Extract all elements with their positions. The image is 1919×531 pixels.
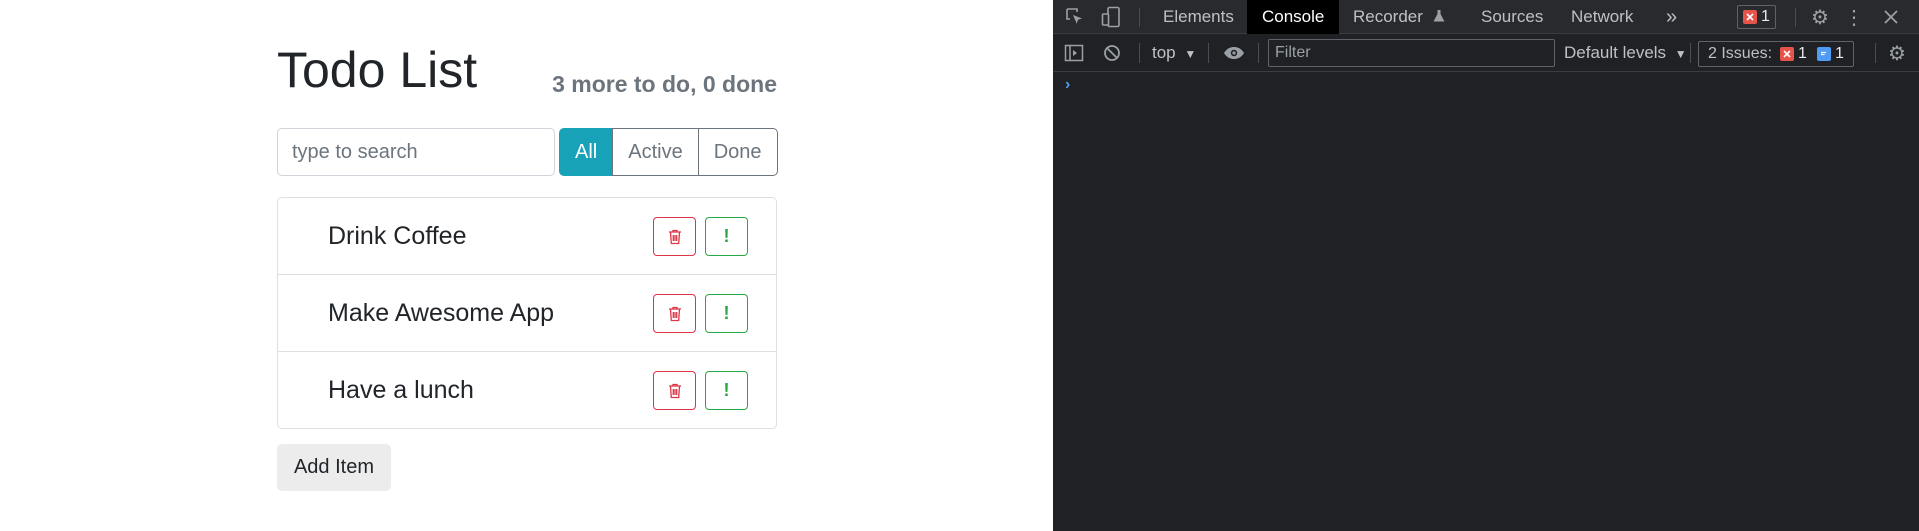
todo-list: Drink Coffee ! Make Awesome App ! Have a… bbox=[277, 197, 777, 429]
log-levels-value: Default levels bbox=[1564, 43, 1667, 62]
context-selector-value: top bbox=[1152, 43, 1176, 62]
issues-label: 2 Issues: bbox=[1708, 45, 1773, 62]
todo-app: Todo List 3 more to do, 0 done All Activ… bbox=[0, 0, 1053, 531]
filter-all-button[interactable]: All bbox=[559, 128, 614, 176]
exclamation-icon: ! bbox=[723, 226, 730, 246]
close-icon[interactable] bbox=[1879, 5, 1903, 29]
tab-sources[interactable]: Sources bbox=[1467, 0, 1557, 34]
toolbar-divider bbox=[1208, 43, 1209, 63]
mark-important-button[interactable]: ! bbox=[705, 294, 748, 333]
inspect-element-icon[interactable] bbox=[1063, 5, 1087, 29]
console-prompt-chevron-icon[interactable]: › bbox=[1065, 76, 1070, 94]
flask-icon bbox=[1433, 10, 1445, 22]
mark-important-button[interactable]: ! bbox=[705, 371, 748, 410]
error-icon bbox=[1743, 10, 1757, 24]
console-settings-gear-icon[interactable]: ⚙ bbox=[1885, 41, 1909, 65]
search-filter-row: All Active Done bbox=[277, 128, 778, 176]
list-item: Have a lunch ! bbox=[278, 352, 776, 428]
error-counter-badge[interactable]: 1 bbox=[1737, 5, 1776, 29]
todo-item-label[interactable]: Drink Coffee bbox=[328, 222, 467, 251]
settings-gear-icon[interactable]: ⚙ bbox=[1808, 5, 1832, 29]
more-tabs-icon[interactable]: » bbox=[1660, 0, 1683, 34]
exclamation-icon: ! bbox=[723, 380, 730, 400]
issue-message-icon bbox=[1816, 47, 1831, 61]
error-count: 1 bbox=[1761, 8, 1770, 25]
toolbar-divider bbox=[1690, 43, 1691, 63]
todo-counter: 3 more to do, 0 done bbox=[552, 71, 777, 97]
clear-console-icon[interactable] bbox=[1100, 41, 1124, 65]
trash-icon bbox=[668, 229, 681, 244]
console-filter-input[interactable] bbox=[1268, 39, 1555, 67]
live-expression-eye-icon[interactable] bbox=[1222, 41, 1246, 65]
issues-counter[interactable]: 2 Issues: 1 1 bbox=[1698, 41, 1854, 67]
list-item: Make Awesome App ! bbox=[278, 275, 776, 352]
more-options-icon[interactable]: ⋮ bbox=[1844, 5, 1864, 29]
page-title: Todo List bbox=[277, 42, 478, 98]
list-item: Drink Coffee ! bbox=[278, 198, 776, 275]
exclamation-icon: ! bbox=[723, 303, 730, 323]
chevron-down-icon: ▼ bbox=[1184, 47, 1197, 61]
show-sidebar-icon[interactable] bbox=[1062, 41, 1086, 65]
tab-elements[interactable]: Elements bbox=[1149, 0, 1248, 34]
todo-container: Todo List 3 more to do, 0 done All Activ… bbox=[277, 40, 778, 491]
toolbar-divider bbox=[1139, 43, 1140, 63]
delete-button[interactable] bbox=[653, 371, 696, 410]
issue-error-count: 1 bbox=[1798, 45, 1807, 62]
tab-recorder-label: Recorder bbox=[1353, 7, 1423, 26]
status-filter: All Active Done bbox=[559, 128, 778, 176]
issue-error-icon bbox=[1780, 47, 1795, 61]
toolbar-divider bbox=[1258, 43, 1259, 63]
search-input[interactable] bbox=[277, 128, 555, 176]
trash-icon bbox=[668, 383, 681, 398]
filter-active-button[interactable]: Active bbox=[612, 128, 699, 176]
chevron-down-icon: ▼ bbox=[1674, 47, 1687, 61]
device-toolbar-icon[interactable] bbox=[1099, 5, 1123, 29]
add-item-button[interactable]: Add Item bbox=[277, 444, 391, 491]
log-levels-dropdown[interactable]: Default levels ▼ bbox=[1564, 34, 1687, 73]
mark-important-button[interactable]: ! bbox=[705, 217, 748, 256]
issue-message-count: 1 bbox=[1834, 45, 1844, 62]
todo-item-label[interactable]: Have a lunch bbox=[328, 376, 474, 405]
trash-icon bbox=[668, 306, 681, 321]
toolbar-divider bbox=[1875, 43, 1876, 63]
tab-console[interactable]: Console bbox=[1247, 0, 1340, 34]
app-header: Todo List 3 more to do, 0 done bbox=[277, 40, 777, 116]
tab-recorder[interactable]: Recorder bbox=[1341, 0, 1458, 34]
devtools-tab-bar: Elements Console Recorder Sources Networ… bbox=[1053, 0, 1919, 34]
tab-network[interactable]: Network bbox=[1557, 0, 1647, 34]
delete-button[interactable] bbox=[653, 217, 696, 256]
filter-done-button[interactable]: Done bbox=[697, 128, 778, 176]
todo-item-label[interactable]: Make Awesome App bbox=[328, 299, 554, 328]
delete-button[interactable] bbox=[653, 294, 696, 333]
toolbar-divider bbox=[1139, 8, 1140, 27]
devtools-panel: Elements Console Recorder Sources Networ… bbox=[1053, 0, 1919, 531]
context-selector[interactable]: top ▼ bbox=[1152, 34, 1196, 73]
toolbar-divider bbox=[1795, 8, 1796, 27]
